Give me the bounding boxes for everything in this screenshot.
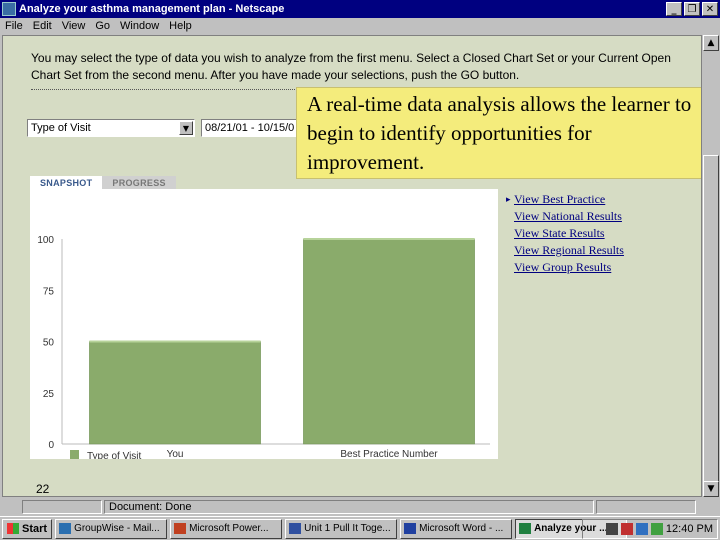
menu-view[interactable]: View <box>57 20 91 32</box>
type-select[interactable]: Type of Visit ▼ <box>27 119 195 137</box>
antivirus-icon[interactable] <box>650 523 663 535</box>
task-label: Microsoft Power... <box>189 523 269 534</box>
menu-go[interactable]: Go <box>90 20 115 32</box>
clock[interactable]: 12:40 PM <box>666 523 713 535</box>
start-label: Start <box>22 522 48 535</box>
task-label: GroupWise - Mail... <box>74 523 160 534</box>
page-content: You may select the type of data you wish… <box>2 35 702 497</box>
task-label: Unit 1 Pull It Toge... <box>304 523 391 534</box>
y-tick-label: 100 <box>37 235 54 246</box>
menu-help[interactable]: Help <box>164 20 197 32</box>
vertical-scrollbar[interactable]: ▲ ▼ <box>703 35 719 497</box>
menu-file[interactable]: File <box>0 20 28 32</box>
callout-note: A real-time data analysis allows the lea… <box>296 87 701 179</box>
x-tick-label: Best Practice Number <box>340 449 438 459</box>
link-regional-results[interactable]: View Regional Results <box>508 242 624 259</box>
type-select-value: Type of Visit <box>31 122 91 134</box>
menu-edit[interactable]: Edit <box>28 20 57 32</box>
status-bar: Document: Done <box>0 498 720 516</box>
close-button[interactable]: ✕ <box>702 2 718 16</box>
browser-window: Analyze your asthma management plan - Ne… <box>0 0 720 540</box>
slide-number: 22 <box>36 482 50 496</box>
link-best-practice[interactable]: View Best Practice <box>508 191 624 208</box>
document-icon <box>289 523 302 534</box>
scroll-up-icon[interactable]: ▲ <box>703 35 719 51</box>
start-button[interactable]: Start <box>2 518 53 539</box>
x-tick-label: You <box>167 449 184 459</box>
bar <box>303 238 475 445</box>
netscape-icon <box>519 523 532 534</box>
legend-swatch <box>70 450 79 459</box>
task-label: Microsoft Word - ... <box>419 523 504 534</box>
menu-bar: File Edit View Go Window Help <box>0 18 720 34</box>
network-icon[interactable] <box>620 523 633 535</box>
bar-chart: 0 25 50 75 100 You Best Practice Number Type of… <box>37 235 490 462</box>
results-links: View Best Practice View National Results… <box>508 191 624 276</box>
netscape-icon <box>2 2 16 16</box>
task-unit1[interactable]: Unit 1 Pull It Toge... <box>285 518 398 539</box>
link-state-results[interactable]: View State Results <box>508 225 624 242</box>
legend-label: Type of Visit <box>87 451 142 459</box>
minimize-button[interactable]: _ <box>666 2 682 16</box>
status-text: Document: Done <box>104 500 594 514</box>
dropdown-arrow-icon[interactable]: ▼ <box>179 121 193 135</box>
monitor-icon[interactable] <box>635 523 648 535</box>
system-tray: 12:40 PM <box>582 519 718 539</box>
title-bar: Analyze your asthma management plan - Ne… <box>0 0 720 18</box>
task-word[interactable]: Microsoft Word - ... <box>400 518 513 539</box>
word-icon <box>404 523 417 534</box>
bar <box>89 341 261 445</box>
y-tick-label: 25 <box>43 389 55 400</box>
task-powerpoint[interactable]: Microsoft Power... <box>170 518 283 539</box>
scroll-thumb[interactable] <box>703 155 719 485</box>
restore-button[interactable]: ❐ <box>684 2 700 16</box>
menu-window[interactable]: Window <box>115 20 164 32</box>
y-tick-label: 50 <box>43 338 55 349</box>
powerpoint-icon <box>174 523 187 534</box>
link-national-results[interactable]: View National Results <box>508 208 624 225</box>
window-title: Analyze your asthma management plan - Ne… <box>19 3 285 15</box>
y-tick-label: 0 <box>48 440 54 451</box>
date-select-value: 08/21/01 - 10/15/0 <box>205 122 295 134</box>
link-group-results[interactable]: View Group Results <box>508 259 624 276</box>
task-groupwise[interactable]: GroupWise - Mail... <box>55 518 168 539</box>
windows-flag-icon <box>7 523 19 534</box>
progress-cell <box>596 500 696 514</box>
y-tick-label: 75 <box>43 286 55 297</box>
speaker-icon[interactable] <box>605 523 618 535</box>
security-indicator <box>22 500 102 514</box>
taskbar: Start GroupWise - Mail... Microsoft Powe… <box>0 516 720 540</box>
instructions-text: You may select the type of data you wish… <box>31 51 671 82</box>
scroll-down-icon[interactable]: ▼ <box>703 481 719 497</box>
groupwise-icon <box>59 523 72 534</box>
date-select[interactable]: 08/21/01 - 10/15/0 <box>201 119 301 137</box>
chart-panel: 0 25 50 75 100 You Best Practice Number Type of… <box>30 189 498 462</box>
